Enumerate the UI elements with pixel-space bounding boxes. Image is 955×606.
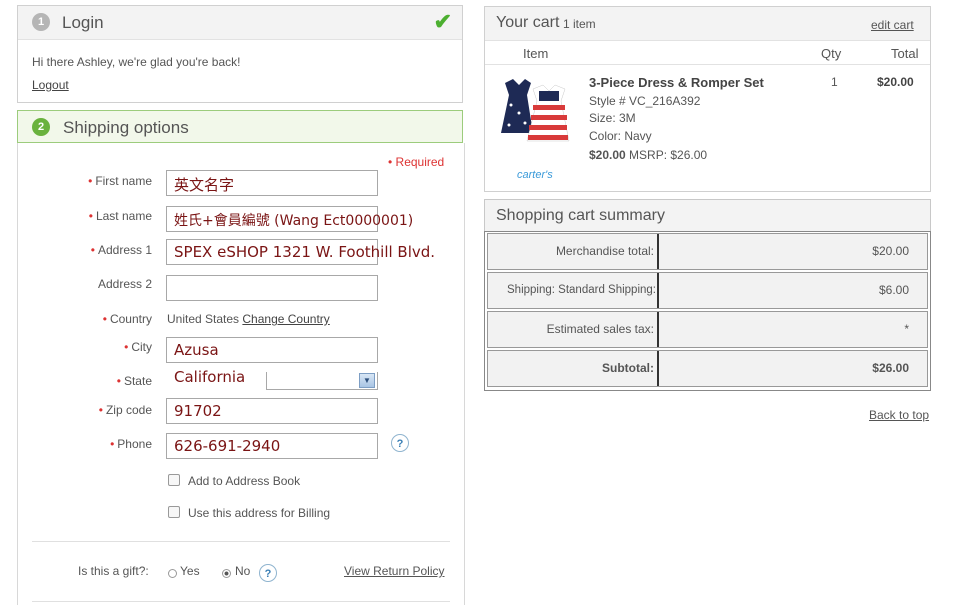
first-name-input[interactable]: 英文名字 <box>166 170 378 196</box>
required-mark: • <box>124 340 129 354</box>
login-title: Login <box>62 13 104 32</box>
product-price: $20.00 <box>589 148 626 162</box>
summary-label: Merchandise total: <box>488 234 659 269</box>
required-mark: • <box>116 374 121 388</box>
phone-label: • Phone <box>110 437 152 451</box>
help-icon[interactable]: ? <box>391 434 409 452</box>
logout-link[interactable]: Logout <box>32 78 69 92</box>
product-color: Color: Navy <box>589 129 652 143</box>
phone-input[interactable]: 626-691-2940 <box>166 433 378 459</box>
product-msrp: MSRP: $26.00 <box>629 148 708 162</box>
chevron-down-icon[interactable]: ▼ <box>359 373 375 388</box>
product-style: Style # VC_216A392 <box>589 94 701 108</box>
zip-input[interactable]: 91702 <box>166 398 378 424</box>
zip-label: • Zip code <box>98 403 152 417</box>
gift-no-label[interactable]: No <box>235 564 250 578</box>
add-address-book-checkbox[interactable] <box>168 474 180 486</box>
last-name-input[interactable]: 姓氏+會員編號 (Wang Ect0000001) <box>166 206 413 232</box>
gift-label: Is this a gift?: <box>78 564 149 578</box>
last-name-label: • Last name <box>88 209 152 223</box>
required-mark: • <box>110 437 115 451</box>
summary-value: * <box>904 322 909 336</box>
required-note: • Required <box>388 155 445 169</box>
summary-title: Shopping cart summary <box>496 207 665 224</box>
city-input[interactable]: Azusa <box>166 337 378 363</box>
use-for-billing-label[interactable]: Use this address for Billing <box>188 506 330 520</box>
address1-input[interactable]: SPEX eSHOP 1321 W. Foothill Blvd. <box>166 239 435 265</box>
shipping-header[interactable]: 2 Shipping options <box>17 110 463 143</box>
product-total: $20.00 <box>877 75 914 89</box>
state-selected-value: California <box>174 368 246 386</box>
divider <box>485 64 930 65</box>
edit-cart-link[interactable]: edit cart <box>871 18 914 32</box>
summary-header: Shopping cart summary <box>484 199 931 232</box>
country-value: United States Change Country <box>167 312 330 326</box>
view-return-policy-link[interactable]: View Return Policy <box>344 564 445 578</box>
state-select[interactable]: California ▼ <box>166 366 378 390</box>
col-total-header: Total <box>891 46 919 61</box>
product-qty: 1 <box>831 75 838 89</box>
required-mark: • <box>88 174 93 188</box>
summary-table: Merchandise total: $20.00 Shipping: Stan… <box>484 231 931 391</box>
table-row: Shipping: Standard Shipping: $6.00 <box>487 272 928 309</box>
step-number-badge: 1 <box>32 13 50 31</box>
table-row: Estimated sales tax: * <box>487 311 928 348</box>
address2-input[interactable] <box>166 275 378 301</box>
required-mark: • <box>90 243 95 257</box>
cart-panel: Your cart 1 item edit cart Item Qty Tota… <box>484 6 931 192</box>
required-mark: • <box>98 403 103 417</box>
summary-label: Estimated sales tax: <box>488 312 659 347</box>
login-header[interactable]: 1 Login ✔ <box>18 6 462 40</box>
cart-header: Your cart 1 item edit cart <box>485 7 930 41</box>
divider <box>32 541 450 542</box>
col-qty-header: Qty <box>821 46 842 61</box>
greeting-text: Hi there Ashley, we're glad you're back! <box>32 55 241 69</box>
cart-count: 1 item <box>563 17 596 31</box>
step-number-badge: 2 <box>32 118 50 136</box>
login-panel: 1 Login ✔ Hi there Ashley, we're glad yo… <box>17 5 463 103</box>
add-address-book-label[interactable]: Add to Address Book <box>188 474 300 488</box>
country-label: • Country <box>102 312 152 326</box>
summary-label: Shipping: Standard Shipping: <box>488 273 659 308</box>
product-price-line: $20.00 MSRP: $26.00 <box>589 148 707 162</box>
state-label: • State <box>116 374 152 388</box>
table-row: Subtotal: $26.00 <box>487 350 928 387</box>
shipping-title: Shipping options <box>63 118 189 137</box>
gift-yes-radio[interactable] <box>168 569 177 578</box>
product-size: Size: 3M <box>589 111 636 125</box>
product-name[interactable]: 3-Piece Dress & Romper Set <box>589 75 764 90</box>
city-label: • City <box>124 340 152 354</box>
checkmark-icon: ✔ <box>433 9 452 34</box>
gift-no-radio[interactable] <box>222 569 231 578</box>
table-row: Merchandise total: $20.00 <box>487 233 928 270</box>
brand-logo: carter's <box>517 169 553 181</box>
change-country-link[interactable]: Change Country <box>242 312 329 326</box>
use-for-billing-checkbox[interactable] <box>168 506 180 518</box>
divider <box>32 601 450 602</box>
product-image[interactable] <box>497 75 575 155</box>
summary-value: $26.00 <box>872 361 909 375</box>
summary-value: $6.00 <box>878 283 909 297</box>
first-name-label: • First name <box>88 174 152 188</box>
gift-yes-label[interactable]: Yes <box>180 564 200 578</box>
required-mark: • <box>102 312 107 326</box>
required-mark: • <box>88 209 93 223</box>
help-icon[interactable]: ? <box>259 564 277 582</box>
cart-title: Your cart <box>496 14 560 31</box>
back-to-top-link[interactable]: Back to top <box>869 408 929 422</box>
summary-label: Subtotal: <box>488 351 659 386</box>
col-item-header: Item <box>523 46 549 61</box>
address2-label: Address 2 <box>97 277 152 291</box>
address1-label: • Address 1 <box>90 243 152 257</box>
summary-value: $20.00 <box>872 244 909 258</box>
